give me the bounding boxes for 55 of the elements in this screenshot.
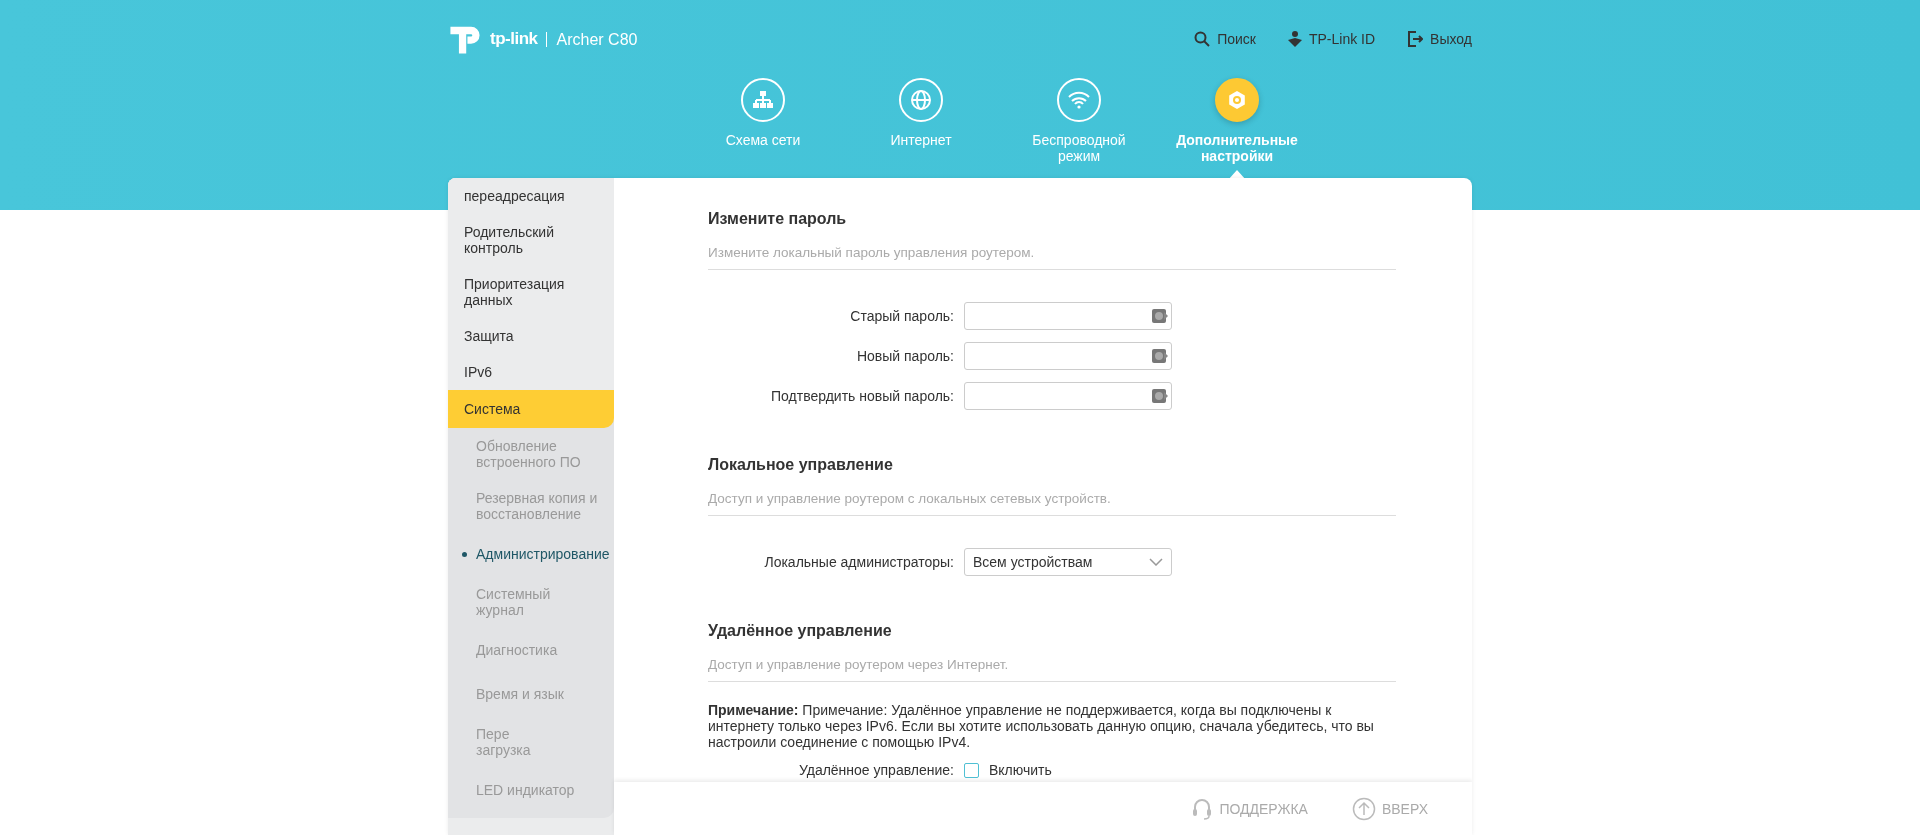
sidebar-item[interactable]: переадресация [448, 178, 614, 214]
sidebar-item[interactable]: Приоритезация данных [448, 266, 614, 318]
nav-tab[interactable]: Беспроводной режим [1000, 78, 1158, 178]
password-field[interactable] [964, 342, 1172, 370]
logout-icon [1407, 31, 1424, 47]
password-eye-icon[interactable] [1151, 348, 1169, 364]
sidebar-item[interactable]: IPv6 [448, 354, 614, 390]
footer-link[interactable]: ПОДДЕРЖКА [1191, 797, 1308, 820]
globe-icon [910, 89, 932, 111]
model-name: Archer C80 [545, 31, 638, 47]
brand-name: tp-link [490, 29, 538, 49]
dropdown[interactable]: Всем устройствам [964, 548, 1172, 576]
password-field[interactable] [964, 302, 1172, 330]
headset-icon [1191, 797, 1214, 820]
search-icon [1194, 31, 1211, 47]
password-field[interactable] [964, 382, 1172, 410]
section-title: Удалённое управление [708, 622, 893, 640]
sidebar-subitem[interactable]: Системный журнал [448, 576, 614, 628]
sidebar-subitem[interactable]: LED индикатор [448, 768, 614, 812]
section-subtitle: Доступ и управление роутером через Интернет. [708, 640, 1396, 682]
sidebar-subitem[interactable]: Резервная копия и восстановление [448, 480, 614, 532]
field-label: Удалённое управление: [797, 762, 954, 778]
nav-tab[interactable]: Интернет [842, 78, 1000, 178]
nav-tab[interactable]: Схема сети [684, 78, 842, 178]
footer-link[interactable]: ВВЕРХ [1351, 796, 1428, 821]
chevron-down-icon [1149, 558, 1163, 566]
sidebar-subitem[interactable]: Пере загрузка [448, 716, 614, 768]
wifi-icon [1067, 91, 1091, 109]
field-label: Локальные администраторы: [763, 554, 954, 570]
header-link[interactable]: Поиск [1194, 31, 1256, 47]
header-link[interactable]: TP-Link ID [1288, 31, 1376, 47]
header-link[interactable]: Выход [1407, 31, 1472, 47]
password-eye-icon[interactable] [1151, 388, 1169, 404]
sidebar-subitem[interactable]: Время и язык [448, 672, 614, 716]
sidebar-item[interactable]: Защита [448, 318, 614, 354]
sidebar-subitem[interactable]: Администрирование [448, 532, 614, 576]
section-title: Локальное управление [708, 456, 894, 474]
note-text: Примечание: Примечание: Удалённое управление не поддерживается, когда вы подключены к интернету только через IPv6. Если вы хотите использовать данную опцию, сначала убедитесь, что вы настроили соединение с помощью IPv4. [708, 702, 1375, 750]
gear-icon [1226, 89, 1248, 111]
checkbox-label: Включить [989, 762, 1052, 778]
field-label: Новый пароль: [855, 348, 954, 364]
password-eye-icon[interactable] [1151, 308, 1169, 324]
user-icon [1288, 31, 1302, 47]
field-label: Подтвердить новый пароль: [770, 388, 954, 404]
sidebar-subitem[interactable]: Диагностика [448, 628, 614, 672]
section-title: Измените пароль [708, 210, 848, 228]
field-label: Старый пароль: [849, 308, 954, 324]
network-icon [753, 91, 773, 109]
section-subtitle: Доступ и управление роутером с локальных сетевых устройств. [708, 474, 1396, 516]
checkbox[interactable] [964, 762, 979, 778]
sidebar-item[interactable]: Система [448, 390, 614, 428]
section-subtitle: Измените локальный пароль управления роутером. [708, 228, 1396, 270]
sidebar-subitem[interactable]: Обновление встроенного ПО [448, 428, 614, 480]
sidebar-item[interactable]: Родительский контроль [448, 214, 614, 266]
arrow-up-icon [1351, 796, 1376, 821]
